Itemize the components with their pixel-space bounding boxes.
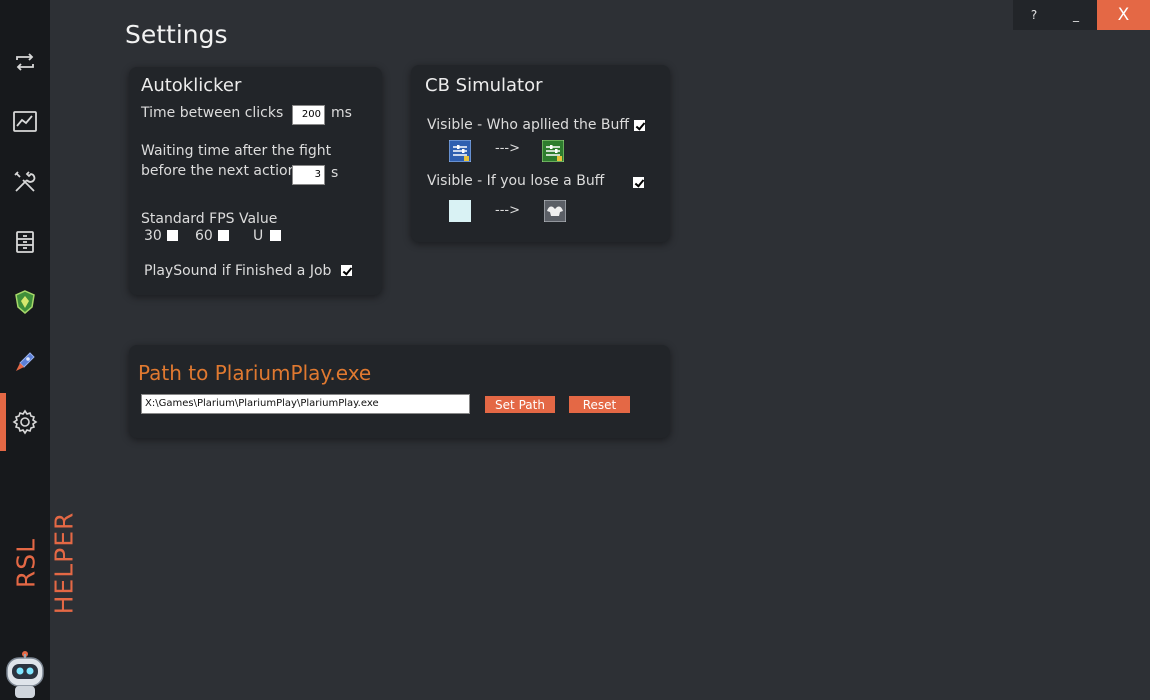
shield-icon bbox=[15, 290, 35, 314]
minimize-button[interactable]: _ bbox=[1055, 0, 1097, 30]
wait-time-input[interactable]: 3 bbox=[292, 165, 325, 185]
nav-archive[interactable] bbox=[0, 213, 50, 271]
help-button[interactable]: ? bbox=[1013, 0, 1055, 30]
nav-statistics[interactable] bbox=[0, 93, 50, 151]
robot-mascot-icon bbox=[6, 651, 44, 698]
fps-option-60-label: 60 bbox=[195, 228, 213, 244]
path-panel: Path to PlariumPlay.exe X:\Games\Plarium… bbox=[129, 345, 670, 438]
visible-applied-label: Visible - Who apllied the Buff bbox=[427, 117, 630, 133]
autoclicker-title: Autoklicker bbox=[141, 75, 242, 96]
rocket-icon bbox=[16, 352, 35, 371]
nav-sync[interactable] bbox=[0, 33, 50, 91]
empty-buff-icon bbox=[449, 200, 471, 222]
buff-icon bbox=[449, 140, 471, 162]
fps-60-checkbox[interactable] bbox=[218, 230, 229, 241]
strength-buff-icon bbox=[544, 200, 566, 222]
arrow-applied: ---> bbox=[495, 141, 520, 156]
close-button[interactable]: X bbox=[1097, 0, 1150, 30]
playsound-checkbox[interactable] bbox=[341, 265, 352, 276]
gear-icon bbox=[12, 409, 38, 435]
playsound-label: PlaySound if Finished a Job bbox=[144, 263, 332, 279]
visible-applied-checkbox[interactable] bbox=[634, 120, 645, 131]
fps-u-checkbox[interactable] bbox=[270, 230, 281, 241]
time-between-label: Time between clicks bbox=[141, 105, 284, 121]
brand-text: RSL HELPER bbox=[11, 511, 79, 615]
nav-launcher[interactable] bbox=[0, 333, 50, 391]
fps-option-30-label: 30 bbox=[144, 228, 162, 244]
app-brand: RSL HELPER bbox=[6, 492, 79, 637]
wait-time-unit: s bbox=[331, 165, 339, 181]
chart-icon bbox=[13, 111, 37, 132]
path-input[interactable]: X:\Games\Plarium\PlariumPlay\PlariumPlay… bbox=[141, 394, 470, 414]
nav-settings[interactable] bbox=[0, 393, 50, 451]
visible-lose-label: Visible - If you lose a Buff bbox=[427, 173, 605, 189]
path-title: Path to PlariumPlay.exe bbox=[138, 361, 372, 385]
nav-tools[interactable] bbox=[0, 153, 50, 211]
window-controls: ? _ X bbox=[1013, 0, 1150, 30]
page-title: Settings bbox=[125, 20, 228, 49]
time-between-unit: ms bbox=[331, 105, 352, 121]
wait-label-line1: Waiting time after the fight bbox=[141, 143, 332, 159]
autoclicker-panel: Autoklicker Time between clicks 200 ms W… bbox=[129, 67, 382, 295]
cb-simulator-title: CB Simulator bbox=[425, 75, 543, 96]
fps-label: Standard FPS Value bbox=[141, 211, 278, 227]
fps-option-u-label: U bbox=[253, 228, 264, 244]
archive-icon bbox=[16, 231, 34, 253]
set-path-button[interactable]: Set Path bbox=[485, 396, 555, 413]
sidebar: RSL HELPER bbox=[0, 0, 79, 700]
swap-arrows-icon bbox=[16, 53, 34, 71]
tools-icon bbox=[14, 171, 36, 192]
applied-buff-icon bbox=[542, 140, 564, 162]
nav-clan-boss[interactable] bbox=[0, 273, 50, 331]
cb-simulator-panel: CB Simulator Visible - Who apllied the B… bbox=[411, 65, 670, 242]
arrow-lose: ---> bbox=[495, 203, 520, 218]
wait-label-line2: before the next action bbox=[141, 163, 297, 179]
time-between-input[interactable]: 200 bbox=[292, 105, 325, 125]
reset-button[interactable]: Reset bbox=[569, 396, 630, 413]
visible-lose-checkbox[interactable] bbox=[633, 177, 644, 188]
fps-30-checkbox[interactable] bbox=[167, 230, 178, 241]
